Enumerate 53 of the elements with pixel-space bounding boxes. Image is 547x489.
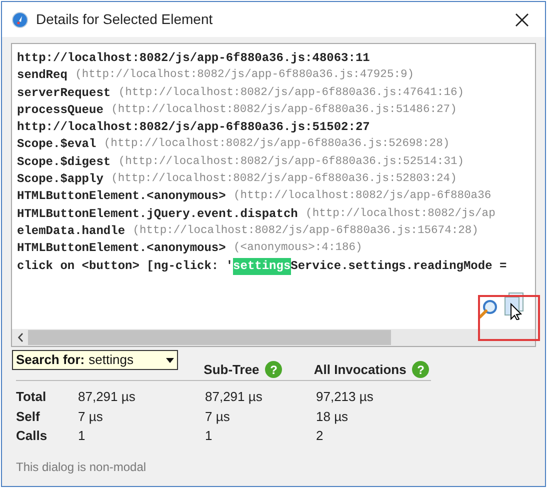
function-name: HTMLButtonElement.<anonymous> bbox=[17, 188, 226, 206]
source-location: (http://localhost:8082/js/app-6f880a36.js:15674:28) bbox=[132, 224, 478, 239]
scroll-left-icon[interactable] bbox=[18, 333, 22, 342]
function-name: Scope.$eval bbox=[17, 136, 96, 154]
source-location: (http://localhost:8082/js/app-6f880a36.js:52803:24) bbox=[111, 172, 457, 188]
row-label: Self bbox=[16, 408, 41, 426]
table-cell: 87,291 µs bbox=[78, 389, 136, 404]
row-label: Total bbox=[16, 388, 48, 406]
window-title: Details for Selected Element bbox=[36, 10, 213, 29]
help-icon[interactable]: ? bbox=[265, 361, 282, 378]
search-match: settings bbox=[233, 258, 291, 275]
compass-icon bbox=[12, 12, 28, 28]
function-name: Scope.$apply bbox=[17, 171, 104, 188]
close-icon[interactable] bbox=[515, 12, 529, 26]
function-name: Scope.$digest bbox=[17, 154, 111, 171]
search-icon[interactable] bbox=[477, 298, 499, 320]
table-cell: 1 bbox=[205, 428, 212, 443]
stack-line: http://localhost:8082/js/app-6f880a36.js:48063:11 bbox=[17, 50, 371, 67]
table-cell: 7 µs bbox=[78, 408, 103, 424]
source-location: (http://localhost:8082/js/app-6f880a36.js:47641:16) bbox=[118, 86, 464, 101]
scrollbar-thumb[interactable] bbox=[28, 330, 391, 345]
horizontal-scrollbar[interactable] bbox=[12, 329, 535, 346]
status-text: This dialog is non-modal bbox=[16, 458, 148, 476]
function-name: serverRequest bbox=[17, 84, 111, 102]
function-name: HTMLButtonElement.<anonymous> bbox=[17, 240, 226, 258]
copy-icon[interactable] bbox=[503, 292, 525, 320]
table-cell: 7 µs bbox=[205, 408, 230, 424]
source-location: (http://localhost:8082/js/app-6f880a36.js:52514:31) bbox=[118, 154, 464, 170]
table-cell: 97,213 µs bbox=[316, 389, 374, 404]
source-location: (<anonymous>:4:186) bbox=[234, 240, 362, 256]
row-label: Calls bbox=[16, 427, 48, 445]
source-location: (http://localhost:8082/js/app-6f880a36.js:52698:28) bbox=[104, 136, 450, 152]
column-header: All Invocations bbox=[314, 360, 406, 379]
function-name: sendReq bbox=[17, 67, 68, 84]
column-header: Sub-Tree bbox=[204, 360, 260, 379]
function-name: processQueue bbox=[17, 102, 104, 119]
source-location: (http://localhost:8082/js/ap bbox=[306, 206, 496, 222]
source-location: (http://localhost:8082/js/app-6f880a36.js:47925:9) bbox=[75, 68, 414, 84]
table-cell: 2 bbox=[316, 428, 324, 443]
stack-line: click on <button> [ng-click: ' bbox=[17, 258, 234, 275]
table-cell: 1 bbox=[78, 428, 86, 443]
search-dropdown[interactable]: Search for: settings bbox=[12, 350, 178, 370]
source-location: (http://localhost:8082/js/app-6f880a36.js:51486:27) bbox=[111, 102, 457, 118]
function-name: elemData.handle bbox=[17, 222, 126, 240]
caret-icon bbox=[166, 358, 174, 362]
source-location: (http://localhost:8082/js/app-6f880a36 bbox=[234, 188, 492, 204]
stack-line: Service.settings.readingMode = bbox=[290, 258, 507, 275]
table-cell: 87,291 µs bbox=[205, 389, 262, 404]
stack-line: http://localhost:8082/js/app-6f880a36.js:51502:27 bbox=[17, 119, 371, 136]
table-cell: 18 µs bbox=[316, 408, 348, 424]
help-icon[interactable]: ? bbox=[412, 361, 430, 378]
function-name: HTMLButtonElement.jQuery.event.dispatch bbox=[17, 206, 298, 223]
annotation-frame bbox=[478, 295, 540, 341]
